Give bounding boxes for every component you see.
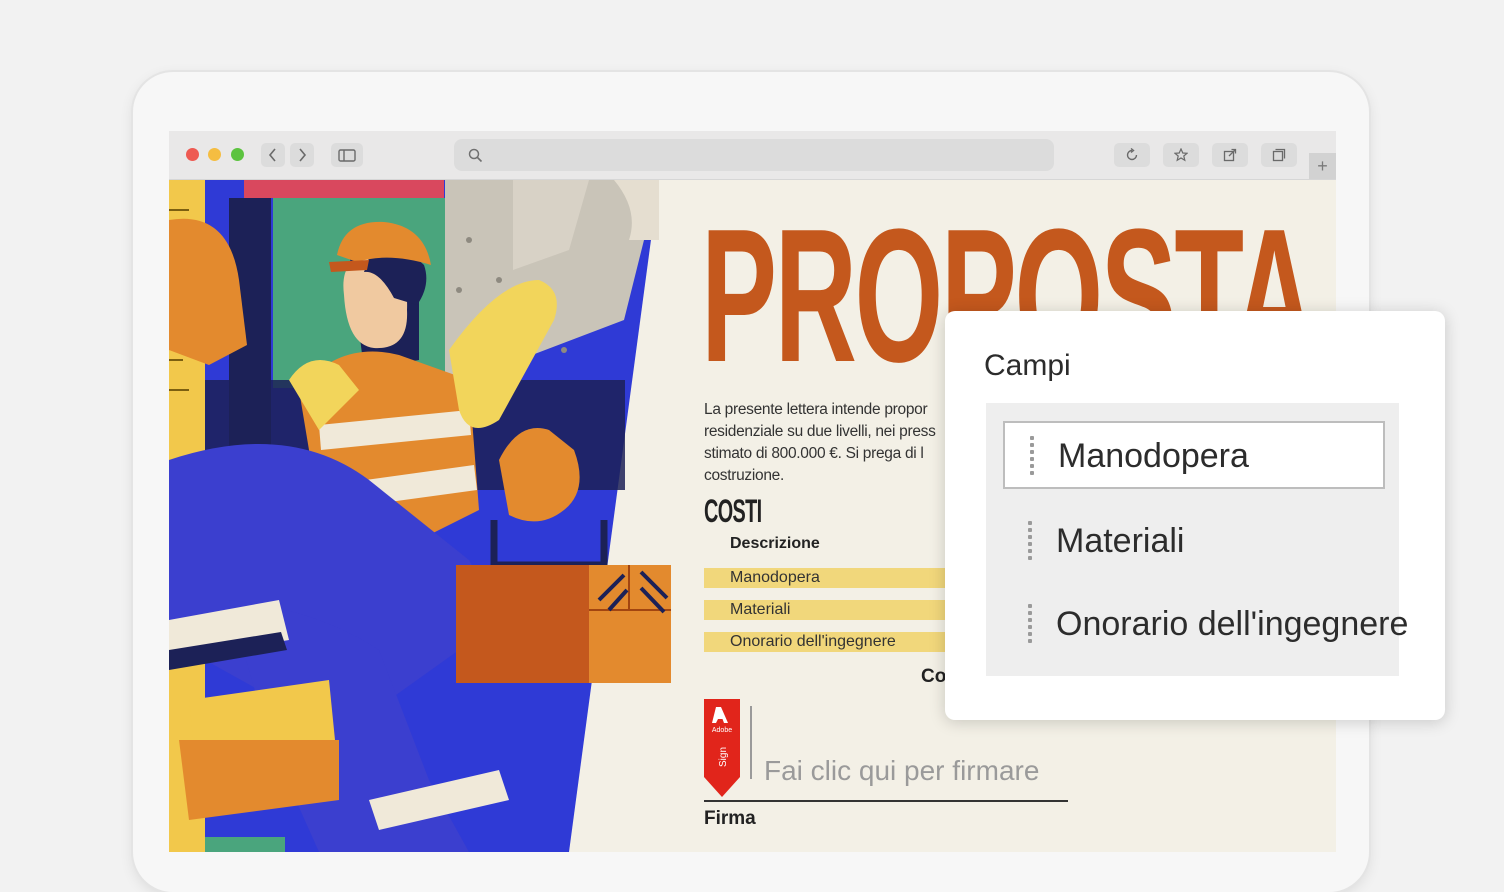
bookmark-button[interactable] (1163, 143, 1199, 167)
signature-label: Firma (704, 808, 756, 829)
drag-handle-icon[interactable] (1030, 436, 1034, 478)
tabs-overview-button[interactable] (1261, 143, 1297, 167)
description-column-header: Descrizione (730, 535, 820, 552)
share-button[interactable] (1212, 143, 1248, 167)
cost-row-engineer-fee[interactable]: Onorario dell'ingegnere (704, 632, 950, 652)
fields-panel: Campi Manodopera Materiali Onorario dell… (945, 311, 1445, 720)
sidebar-icon (338, 148, 356, 162)
back-button[interactable] (261, 143, 285, 167)
back-chevron-icon (268, 148, 276, 162)
field-item-engineer-fee[interactable]: Onorario dell'ingegnere (1003, 591, 1408, 659)
bookmark-star-icon (1174, 148, 1188, 162)
construction-worker-illustration (169, 180, 679, 852)
reload-icon (1126, 148, 1138, 161)
share-icon (1223, 148, 1237, 162)
close-window-button[interactable] (186, 148, 199, 161)
signature-cursor-line (750, 706, 752, 779)
plus-icon: + (1317, 156, 1328, 176)
fields-panel-title: Campi (984, 349, 1071, 382)
address-bar[interactable] (454, 139, 1054, 171)
signature-underline (704, 800, 1068, 802)
intro-paragraph: La presente lettera intende propor resid… (704, 401, 936, 484)
maximize-window-button[interactable] (231, 148, 244, 161)
cost-row-labor[interactable]: Manodopera (704, 568, 950, 588)
forward-chevron-icon (299, 148, 307, 162)
field-item-labor[interactable]: Manodopera (1003, 421, 1385, 489)
reload-button[interactable] (1114, 143, 1150, 167)
browser-toolbar: + (169, 131, 1336, 180)
field-item-materials[interactable]: Materiali (1003, 508, 1385, 576)
fields-list: Manodopera Materiali Onorario dell'ingeg… (986, 403, 1408, 676)
field-label: Onorario dell'ingegnere (1056, 605, 1409, 643)
costs-heading: COSTI (704, 493, 762, 529)
search-icon (468, 148, 483, 163)
cost-row-materials[interactable]: Materiali (704, 600, 950, 620)
forward-button[interactable] (290, 143, 314, 167)
adobe-sign-brand-text: Adobe (712, 727, 732, 734)
minimize-window-button[interactable] (208, 148, 221, 161)
drag-handle-icon[interactable] (1028, 604, 1032, 646)
signature-field[interactable]: Fai clic qui per firmare (764, 755, 1039, 787)
adobe-sign-product-text: Sign (718, 747, 729, 767)
field-label: Materiali (1056, 522, 1185, 560)
drag-handle-icon[interactable] (1028, 521, 1032, 563)
new-tab-button[interactable]: + (1309, 153, 1336, 179)
field-label: Manodopera (1058, 437, 1249, 475)
sidebar-toggle-button[interactable] (331, 143, 363, 167)
truncated-label: Co (921, 666, 947, 687)
tabs-icon (1272, 148, 1286, 162)
adobe-sign-badge: Adobe Sign (704, 699, 740, 797)
